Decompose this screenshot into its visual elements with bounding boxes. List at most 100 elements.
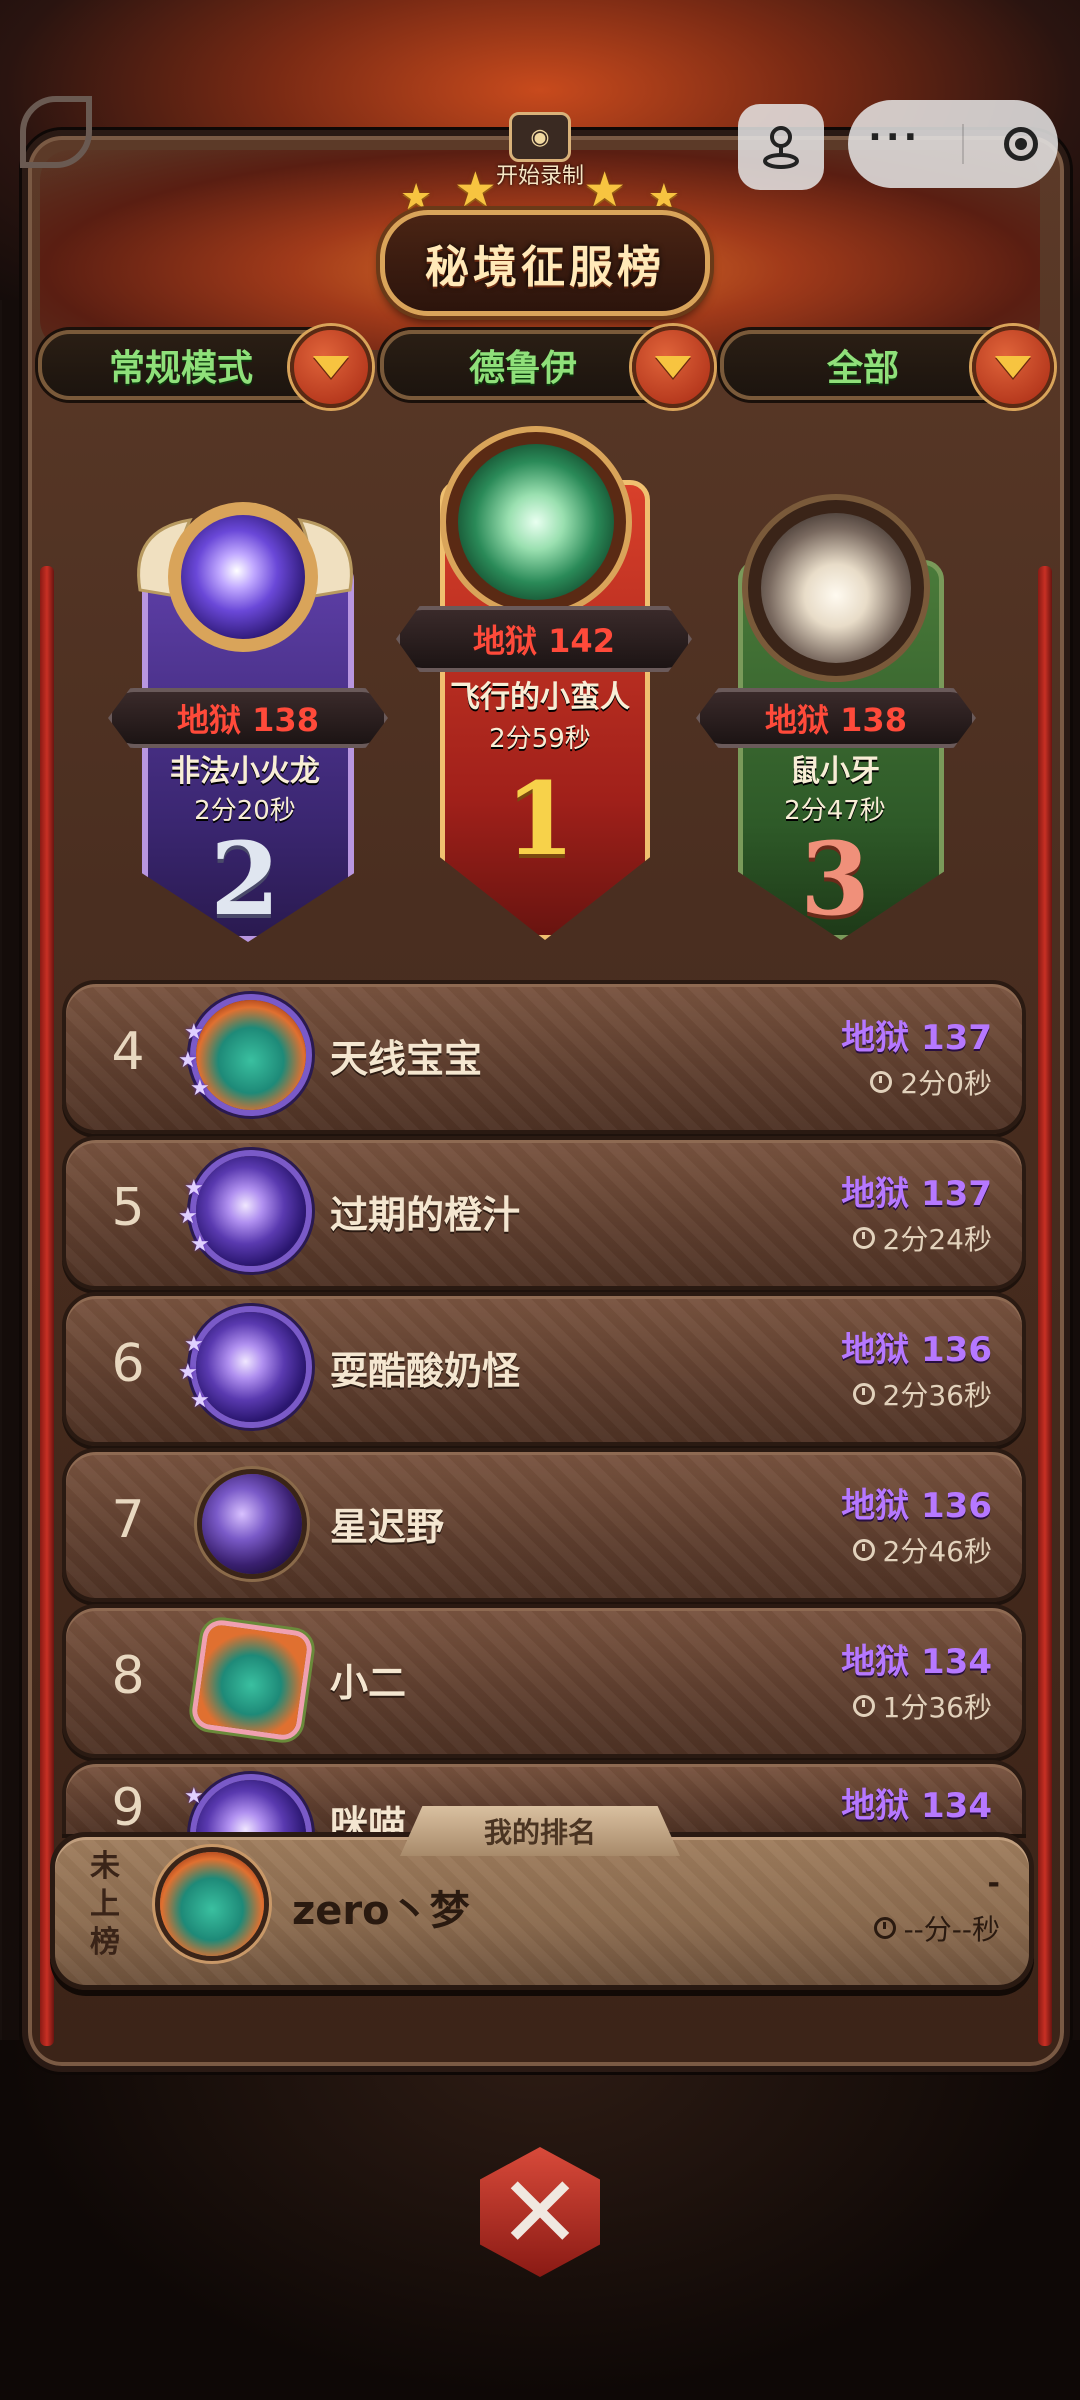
star-icon: ★: [178, 1048, 198, 1073]
goblin-icon: [761, 513, 911, 663]
my-rank-status: 未上榜: [90, 1849, 120, 1960]
my-name: zero丶梦: [292, 1888, 470, 1934]
star-icon: ★: [190, 1232, 210, 1257]
podium-name-third: 鼠小牙: [790, 754, 880, 789]
row-time-value: 2分46秒: [882, 1535, 992, 1568]
list-item[interactable]: 5 ★ ★ ★ 过期的橙汁 地狱 137 2分24秒: [62, 1136, 1026, 1290]
podium-rank-second: 2: [210, 820, 280, 938]
star-icon: ★: [178, 1360, 198, 1385]
close-miniprogram-icon[interactable]: [1003, 127, 1038, 161]
row-time: 2分36秒: [852, 1374, 992, 1414]
avatar-third: [748, 500, 924, 676]
podium-name-first: 飞行的小蛮人: [450, 680, 630, 715]
star-icon: ★: [184, 1020, 204, 1045]
more-button[interactable]: ···: [868, 117, 921, 158]
avatar-first: [446, 432, 626, 612]
row-time: 2分46秒: [852, 1530, 992, 1570]
class-filter-dropdown[interactable]: 德鲁伊: [380, 326, 714, 408]
row-time-value: 1分36秒: [882, 1691, 992, 1724]
chevron-down-icon: [995, 356, 1031, 378]
clock-icon: [873, 1917, 896, 1939]
podium-level-second: 地狱 138: [108, 688, 388, 748]
row-time: 1分36秒: [852, 1686, 992, 1726]
star-icon: ★: [178, 1204, 198, 1229]
my-time-value: --分--秒: [903, 1913, 1000, 1946]
scope-filter-dropdown[interactable]: 全部: [720, 326, 1054, 408]
swirl-icon: [202, 1474, 302, 1574]
clock-icon: [852, 1383, 875, 1405]
scope-filter-toggle[interactable]: [972, 326, 1054, 408]
row-rank: 7: [111, 1490, 145, 1550]
row-avatar: [195, 1623, 309, 1737]
my-avatar: [160, 1852, 264, 1956]
podium-rank-third: 3: [800, 820, 870, 938]
moon-icon: [196, 1312, 306, 1422]
row-avatar: [196, 1156, 306, 1266]
mode-filter-toggle[interactable]: [290, 326, 372, 408]
row-time: 2分24秒: [852, 1218, 992, 1258]
star-icon: ★: [184, 1176, 204, 1201]
row-rank: 4: [111, 1022, 145, 1082]
avatar-second: [168, 502, 318, 652]
close-button[interactable]: ✕: [468, 2140, 612, 2284]
star-icon: ★: [190, 1076, 210, 1101]
podium-level-first: 地狱 142: [396, 606, 692, 672]
row-time-value: 2分0秒: [900, 1067, 992, 1100]
close-icon: ✕: [480, 2147, 600, 2277]
clock-icon: [852, 1539, 875, 1561]
row-level: 地狱 137: [841, 1018, 992, 1058]
podium-name-second: 非法小火龙: [170, 754, 320, 789]
row-time: 2分0秒: [870, 1062, 992, 1102]
chevron-down-icon: [655, 356, 691, 378]
row-avatar: [196, 1000, 306, 1110]
list-item[interactable]: 4 ★ ★ ★ 天线宝宝 地狱 137 2分0秒: [62, 980, 1026, 1134]
camera-icon: ◉: [509, 112, 571, 162]
podium-level-third: 地狱 138: [696, 688, 976, 748]
podium-time-first: 2分59秒: [489, 724, 591, 754]
clock-icon: [870, 1071, 893, 1093]
row-name: 小二: [330, 1661, 407, 1705]
moon-icon: [181, 515, 305, 639]
chevron-down-icon: [313, 356, 349, 378]
row-name: 星迟野: [330, 1505, 445, 1549]
list-item[interactable]: 6 ★ ★ ★ 耍酷酸奶怪 地狱 136 2分36秒: [62, 1292, 1026, 1446]
row-name: 天线宝宝: [330, 1037, 483, 1081]
capsule-divider: [961, 124, 964, 164]
row-level: 地狱 136: [841, 1486, 992, 1526]
row-avatar: [202, 1474, 302, 1574]
frame-rail-left: [40, 566, 54, 2046]
row-rank: 5: [111, 1178, 145, 1238]
game-center-button[interactable]: [738, 104, 824, 190]
row-rank: 9: [111, 1778, 145, 1838]
row-avatar: [196, 1312, 306, 1422]
class-filter-toggle[interactable]: [632, 326, 714, 408]
star-icon: ★: [184, 1784, 204, 1809]
row-level: 地狱 134: [841, 1786, 992, 1826]
row-level: 地狱 134: [841, 1642, 992, 1682]
clock-icon: [852, 1227, 875, 1249]
row-time-value: 2分24秒: [882, 1223, 992, 1256]
star-icon: ★: [184, 1332, 204, 1357]
joystick-icon: [763, 126, 799, 169]
page-title: 秘境征服榜: [380, 210, 710, 316]
flower-dragon-icon: [195, 1623, 309, 1737]
mode-filter-dropdown[interactable]: 常规模式: [38, 326, 372, 408]
row-name: 过期的橙汁: [330, 1193, 521, 1237]
list-item[interactable]: 7 星迟野 地狱 136 2分46秒: [62, 1448, 1026, 1602]
podium-rank-first: 1: [505, 760, 575, 878]
my-level: -: [987, 1866, 1000, 1901]
star-rating: ★ ★ ★ ★ ★: [400, 158, 680, 218]
frame-rail-right: [1038, 566, 1052, 2046]
list-item[interactable]: 8 小二 地狱 134 1分36秒: [62, 1604, 1026, 1758]
row-rank: 6: [111, 1334, 145, 1394]
row-level: 地狱 136: [841, 1330, 992, 1370]
my-rank-tag: 我的排名: [400, 1806, 680, 1856]
dragon-icon: [196, 1000, 306, 1110]
moon-icon: [196, 1156, 306, 1266]
row-rank: 8: [111, 1646, 145, 1706]
row-level: 地狱 137: [841, 1174, 992, 1214]
ghost-pet-icon: [458, 444, 614, 600]
row-time-value: 2分36秒: [882, 1379, 992, 1412]
clock-icon: [852, 1695, 875, 1717]
my-time: --分--秒: [873, 1908, 1000, 1948]
